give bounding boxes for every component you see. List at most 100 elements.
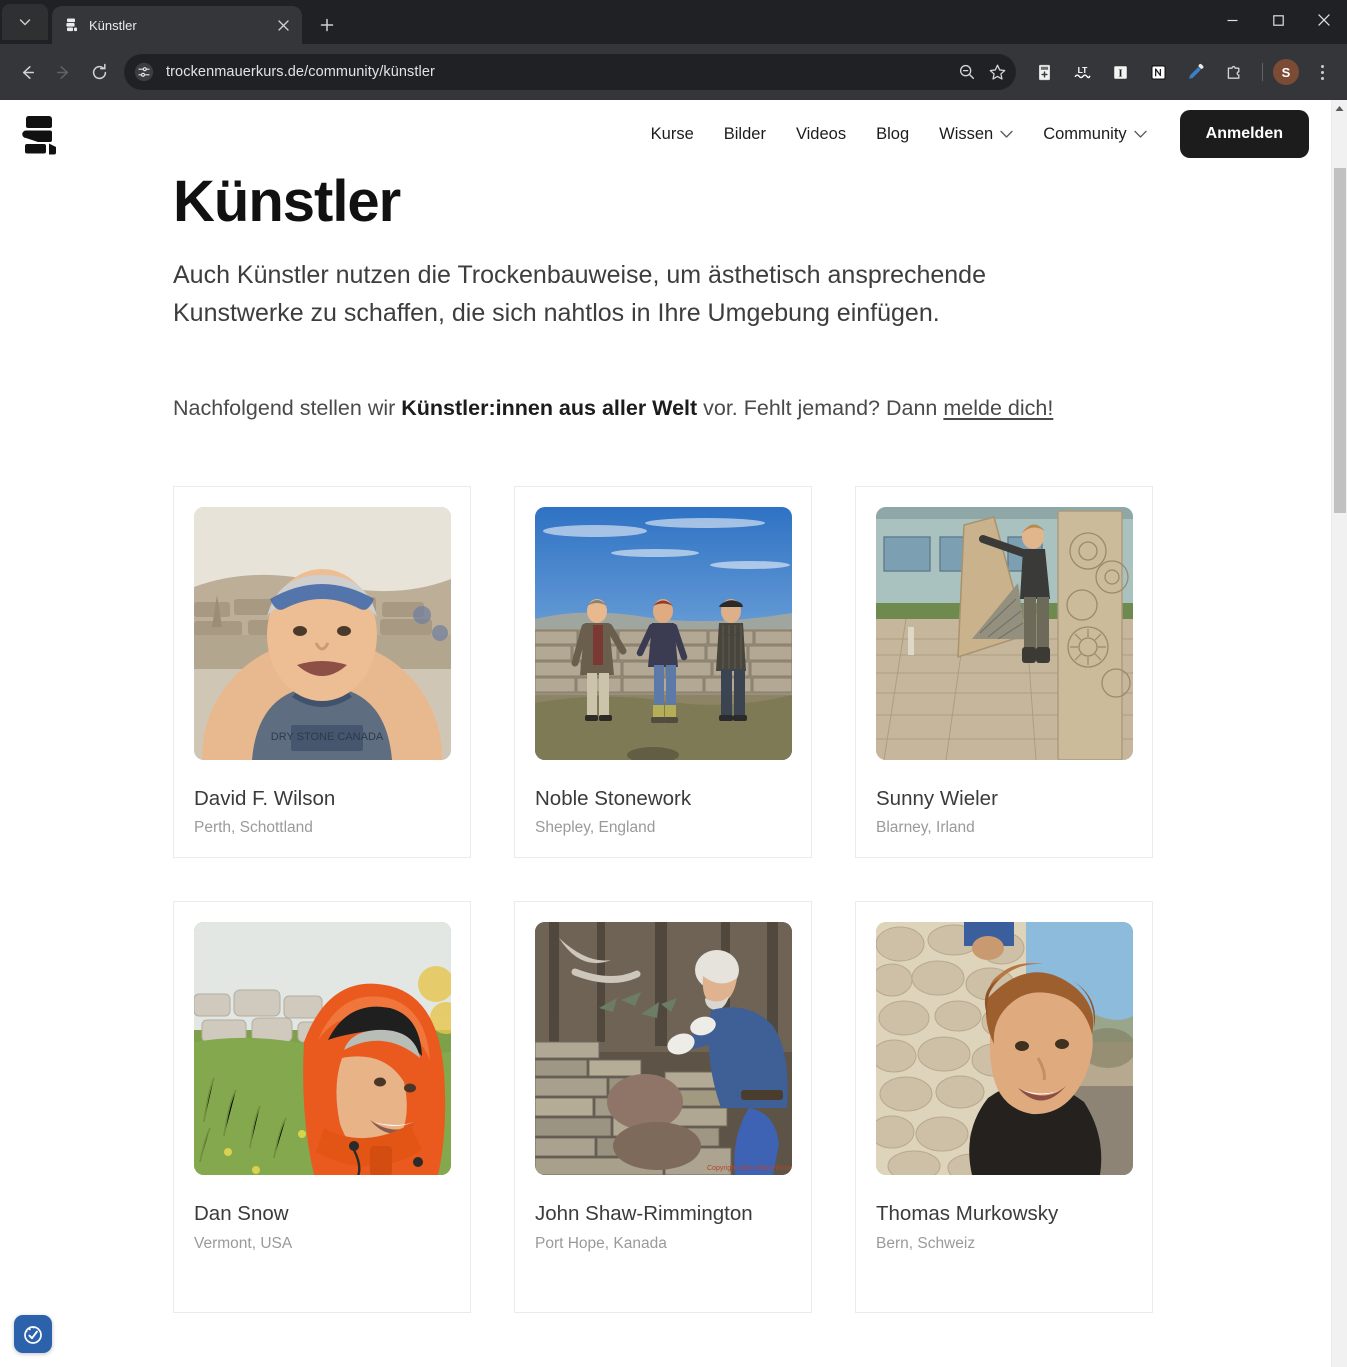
nav-item-bilder[interactable]: Bilder <box>709 117 781 152</box>
minimize-icon <box>1226 14 1239 27</box>
extensions-puzzle-icon[interactable] <box>1219 57 1249 87</box>
nav-label: Community <box>1043 125 1126 144</box>
maximize-icon <box>1272 14 1285 27</box>
artist-name: Noble Stonework <box>535 786 791 812</box>
close-window-button[interactable] <box>1301 0 1347 40</box>
svg-text:I: I <box>1118 67 1122 79</box>
artist-card-grid: DRY STONE CANADA David F. Wilson Perth, … <box>173 486 1309 1353</box>
site-info-button[interactable] <box>130 58 158 86</box>
star-icon <box>988 63 1007 82</box>
zoom-out-button[interactable] <box>952 57 982 87</box>
artist-name: Dan Snow <box>194 1201 450 1227</box>
artist-name: Thomas Murkowsky <box>876 1201 1132 1227</box>
maximize-button[interactable] <box>1255 0 1301 40</box>
stone-stack-favicon <box>64 17 80 33</box>
eyedropper-extension-icon[interactable] <box>1181 57 1211 87</box>
url-text[interactable]: trockenmauerkurs.de/community/künstler <box>158 64 952 80</box>
scroll-up-arrow-icon <box>1335 105 1344 112</box>
artist-card[interactable]: Thomas Murkowsky Bern, Schweiz <box>855 901 1153 1313</box>
profile-avatar[interactable]: S <box>1273 59 1299 85</box>
nav-item-kurse[interactable]: Kurse <box>636 117 709 152</box>
kebab-dot <box>1321 71 1324 74</box>
instapaper-extension-icon[interactable]: I <box>1105 57 1135 87</box>
curly-haired-man-black-shirt-beside-stone-wall <box>876 922 1133 1175</box>
artist-card[interactable]: Dan Snow Vermont, USA <box>173 901 471 1313</box>
man-in-orange-rain-hood-green-field-stone-wall <box>194 922 451 1175</box>
artist-card[interactable]: Sunny Wieler Blarney, Irland <box>855 486 1153 858</box>
nav-label: Bilder <box>724 125 766 144</box>
calculator-extension-icon[interactable] <box>1029 57 1059 87</box>
nav-item-blog[interactable]: Blog <box>861 117 924 152</box>
svg-text:Copyright John Shaw-Rimmington: Copyright John Shaw-Rimmington <box>707 1165 792 1172</box>
artist-name: John Shaw-Rimmington <box>535 1201 791 1227</box>
plus-icon <box>320 18 334 32</box>
svg-text:DRY STONE CANADA: DRY STONE CANADA <box>271 731 384 743</box>
accessibility-widget-button[interactable] <box>14 1315 52 1353</box>
forward-button[interactable] <box>46 55 80 89</box>
artist-location: Perth, Schottland <box>194 819 450 837</box>
main-navigation: Kurse Bilder Videos Blog Wissen <box>636 110 1309 158</box>
subintro-before: Nachfolgend stellen wir <box>173 396 401 420</box>
scrollbar-thumb[interactable] <box>1334 168 1346 513</box>
scroll-up-arrow-button[interactable] <box>1332 100 1347 117</box>
login-button[interactable]: Anmelden <box>1180 110 1309 158</box>
subintro-middle: vor. Fehlt jemand? Dann <box>697 396 943 420</box>
page-title: Künstler <box>173 170 1309 234</box>
languagetool-extension-icon[interactable]: LT <box>1067 57 1097 87</box>
chevron-down-icon <box>1134 130 1147 139</box>
white-haired-man-building-stone-wall-in-woods: Copyright John Shaw-Rimmington <box>535 922 792 1175</box>
chevron-down-icon <box>19 16 31 28</box>
zoom-out-icon <box>958 63 976 81</box>
minimize-button[interactable] <box>1209 0 1255 40</box>
nav-label: Wissen <box>939 125 993 144</box>
notion-extension-icon[interactable] <box>1143 57 1173 87</box>
stone-sculpture-installation-with-carved-pillar <box>876 507 1133 760</box>
page-subintro-text: Nachfolgend stellen wir Künstler:innen a… <box>173 392 1173 424</box>
toolbar-divider <box>1262 63 1263 81</box>
page-viewport: Kurse Bilder Videos Blog Wissen <box>0 100 1347 1367</box>
nav-label: Videos <box>796 125 846 144</box>
bookmark-button[interactable] <box>982 57 1012 87</box>
browser-menu-button[interactable] <box>1307 57 1337 87</box>
arrow-left-icon <box>18 63 37 82</box>
reload-button[interactable] <box>82 55 116 89</box>
artist-card[interactable]: Noble Stonework Shepley, England <box>514 486 812 858</box>
artist-location: Shepley, England <box>535 819 791 837</box>
nav-item-wissen[interactable]: Wissen <box>924 117 1028 152</box>
artist-name: David F. Wilson <box>194 786 450 812</box>
back-button[interactable] <box>10 55 44 89</box>
melde-dich-link[interactable]: melde dich! <box>943 396 1053 420</box>
artist-name: Sunny Wieler <box>876 786 1132 812</box>
address-bar[interactable]: trockenmauerkurs.de/community/künstler <box>124 54 1016 90</box>
page-intro-text: Auch Künstler nutzen die Trockenbauweise… <box>173 256 1103 332</box>
nav-label: Kurse <box>651 125 694 144</box>
reload-icon <box>90 63 109 82</box>
artist-location: Bern, Schweiz <box>876 1235 1132 1253</box>
new-tab-button[interactable] <box>310 8 344 42</box>
tune-settings-icon <box>134 62 154 82</box>
artist-card[interactable]: DRY STONE CANADA David F. Wilson Perth, … <box>173 486 471 858</box>
artist-location: Port Hope, Kanada <box>535 1235 791 1253</box>
arrow-right-icon <box>54 63 73 82</box>
page-scrollbar[interactable] <box>1331 100 1347 1367</box>
browser-tab[interactable]: Künstler <box>52 6 302 44</box>
tab-strip: Künstler <box>0 0 1347 44</box>
artist-card[interactable]: Copyright John Shaw-Rimmington John Shaw… <box>514 901 812 1313</box>
accessibility-check-icon <box>21 1322 45 1346</box>
tab-close-button[interactable] <box>272 14 294 36</box>
portrait-man-sunglasses-on-head-drystone-canada-shirt: DRY STONE CANADA <box>194 507 451 760</box>
three-men-standing-at-drystone-wall-blue-sky <box>535 507 792 760</box>
drystone-wall-logo[interactable] <box>22 113 62 155</box>
browser-toolbar: trockenmauerkurs.de/community/künstler <box>0 44 1347 100</box>
nav-item-videos[interactable]: Videos <box>781 117 861 152</box>
nav-item-community[interactable]: Community <box>1028 117 1161 152</box>
window-controls <box>1209 0 1347 44</box>
subintro-bold: Künstler:innen aus aller Welt <box>401 396 697 420</box>
artist-location: Blarney, Irland <box>876 819 1132 837</box>
chevron-down-icon <box>1000 130 1013 139</box>
web-page: Kurse Bilder Videos Blog Wissen <box>0 100 1331 1367</box>
site-header: Kurse Bilder Videos Blog Wissen <box>0 100 1331 168</box>
nav-label: Blog <box>876 125 909 144</box>
tab-search-button[interactable] <box>2 4 48 40</box>
kebab-dot <box>1321 65 1324 68</box>
